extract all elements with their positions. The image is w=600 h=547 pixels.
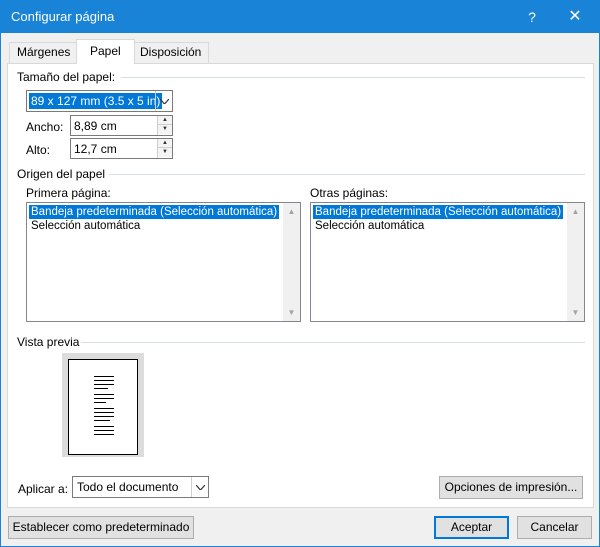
arrow-up-icon[interactable]: ▲ xyxy=(158,116,172,125)
tab-layout[interactable]: Disposición xyxy=(132,42,210,63)
text-line xyxy=(94,420,110,421)
text-line xyxy=(94,426,114,427)
apply-to-label: Aplicar a: xyxy=(18,482,69,496)
scroll-down-icon[interactable]: ▼ xyxy=(567,304,584,321)
divider xyxy=(121,77,585,78)
spin-buttons: ▲ ▼ xyxy=(157,116,172,135)
arrow-down-icon[interactable]: ▼ xyxy=(158,148,172,157)
width-value: 8,89 cm xyxy=(74,119,117,133)
list-item[interactable]: Selección automática xyxy=(29,219,142,233)
height-spinner[interactable]: 12,7 cm ▲ ▼ xyxy=(70,138,173,159)
print-options-button[interactable]: Opciones de impresión... xyxy=(439,476,583,499)
list-item[interactable]: Selección automática xyxy=(313,219,426,233)
text-line xyxy=(94,394,114,395)
apply-to-value: Todo el documento xyxy=(77,480,179,494)
set-default-button[interactable]: Establecer como predeterminado xyxy=(8,516,194,539)
text-line xyxy=(94,434,114,435)
preview-heading: Vista previa xyxy=(17,335,80,349)
text-line xyxy=(94,398,114,399)
scroll-up-icon[interactable]: ▲ xyxy=(283,203,300,220)
tab-paper[interactable]: Papel xyxy=(76,39,135,64)
paper-source-heading: Origen del papel xyxy=(17,167,106,181)
text-line xyxy=(94,412,114,413)
text-line xyxy=(94,408,114,409)
paper-size-heading: Tamaño del papel: xyxy=(17,70,116,84)
chevron-down-icon[interactable] xyxy=(191,477,208,497)
window-title: Configurar página xyxy=(11,9,115,24)
arrow-down-icon[interactable]: ▼ xyxy=(158,125,172,134)
scroll-down-icon[interactable]: ▼ xyxy=(283,304,300,321)
help-icon[interactable]: ? xyxy=(517,4,547,30)
text-line xyxy=(94,430,114,431)
chevron-down-icon[interactable] xyxy=(155,91,172,111)
other-pages-label: Otras páginas: xyxy=(310,186,389,200)
tab-margins[interactable]: Márgenes xyxy=(9,42,79,63)
paper-size-value: 89 x 127 mm (3.5 x 5 in) xyxy=(27,92,164,110)
text-line xyxy=(94,384,114,385)
text-line xyxy=(94,380,114,381)
list-item[interactable]: Bandeja predeterminada (Selección automá… xyxy=(313,205,564,219)
other-pages-list[interactable]: Bandeja predeterminada (Selección automá… xyxy=(310,202,585,322)
spin-buttons: ▲ ▼ xyxy=(157,139,172,158)
page-preview xyxy=(68,359,138,455)
text-line xyxy=(94,388,108,389)
arrow-up-icon[interactable]: ▲ xyxy=(158,139,172,148)
scroll-up-icon[interactable]: ▲ xyxy=(567,203,584,220)
scrollbar[interactable]: ▲ ▼ xyxy=(567,203,584,321)
first-page-label: Primera página: xyxy=(26,186,111,200)
width-label: Ancho: xyxy=(26,120,64,134)
scrollbar[interactable]: ▲ ▼ xyxy=(283,203,300,321)
height-value: 12,7 cm xyxy=(74,142,117,156)
paper-size-select[interactable]: 89 x 127 mm (3.5 x 5 in) xyxy=(26,90,173,112)
close-icon[interactable]: ✕ xyxy=(560,4,590,30)
cancel-button[interactable]: Cancelar xyxy=(517,516,592,539)
text-line xyxy=(94,416,114,417)
title-bar: Configurar página ? ✕ xyxy=(1,1,599,33)
list-item[interactable]: Bandeja predeterminada (Selección automá… xyxy=(29,205,280,219)
width-spinner[interactable]: 8,89 cm ▲ ▼ xyxy=(70,115,173,136)
apply-to-select[interactable]: Todo el documento xyxy=(72,476,209,498)
height-label: Alto: xyxy=(26,143,51,157)
text-line xyxy=(94,402,106,403)
ok-button[interactable]: Aceptar xyxy=(434,516,509,539)
text-line xyxy=(94,376,114,377)
divider xyxy=(81,342,585,343)
first-page-list[interactable]: Bandeja predeterminada (Selección automá… xyxy=(26,202,301,322)
page-setup-dialog: Configurar página ? ✕ Márgenes Papel Dis… xyxy=(0,0,600,547)
divider xyxy=(109,174,585,175)
